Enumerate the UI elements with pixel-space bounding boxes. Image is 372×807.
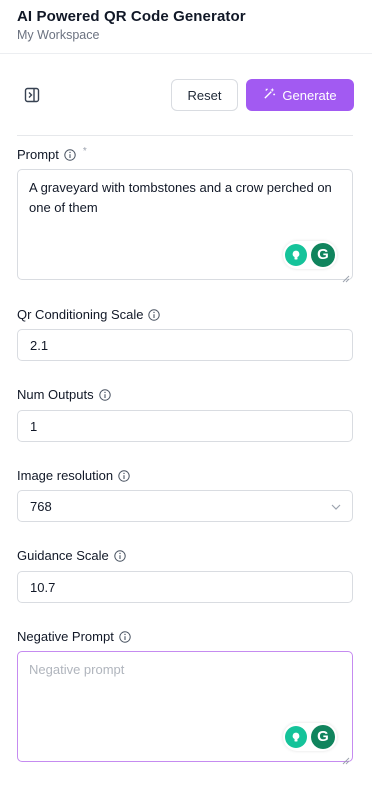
negative-prompt-label-text: Negative Prompt [17,629,114,644]
num-outputs-input[interactable]: 1 [17,410,353,442]
resolution-select[interactable]: 768 [17,490,353,522]
qr-scale-input[interactable]: 2.1 [17,329,353,361]
prompt-label: Prompt * [17,146,87,162]
qr-scale-label: Qr Conditioning Scale [17,307,161,322]
info-icon[interactable] [118,469,130,482]
resolution-label: Image resolution [17,468,130,483]
lightbulb-icon[interactable] [285,726,307,748]
prompt-text: A graveyard with tombstones and a crow p… [29,180,332,215]
info-icon[interactable] [64,148,76,161]
grammarly-widget[interactable]: G [283,241,337,269]
grammarly-icon[interactable]: G [311,243,335,267]
guidance-label: Guidance Scale [17,548,126,563]
info-icon[interactable] [98,388,111,401]
app-title: AI Powered QR Code Generator [17,8,246,25]
num-outputs-label: Num Outputs [17,387,111,402]
negative-prompt-placeholder: Negative prompt [29,662,125,677]
prompt-textarea[interactable]: A graveyard with tombstones and a crow p… [17,169,353,283]
info-icon[interactable] [119,630,131,643]
guidance-label-text: Guidance Scale [17,548,109,563]
num-outputs-label-text: Num Outputs [17,387,94,402]
resize-handle-icon[interactable] [342,751,350,765]
app-header: AI Powered QR Code Generator My Workspac… [0,0,372,54]
negative-prompt-label: Negative Prompt [17,629,131,644]
generate-button[interactable]: Generate [246,79,354,111]
resolution-value: 768 [30,498,52,514]
negative-prompt-textarea[interactable]: Negative prompt G [17,651,353,765]
sidebar-toggle-icon[interactable] [24,87,40,103]
qr-scale-label-text: Qr Conditioning Scale [17,307,144,322]
grammarly-widget[interactable]: G [283,723,337,751]
magic-wand-icon [263,87,276,103]
workspace-name[interactable]: My Workspace [17,28,99,42]
lightbulb-icon[interactable] [285,244,307,266]
resolution-label-text: Image resolution [17,468,114,483]
required-marker: * [82,146,87,157]
resize-handle-icon[interactable] [342,269,350,283]
grammarly-icon[interactable]: G [311,725,335,749]
chevron-down-icon [330,501,342,513]
reset-button[interactable]: Reset [171,79,238,111]
info-icon[interactable] [114,549,126,562]
generate-label: Generate [282,87,337,103]
info-icon[interactable] [148,308,161,321]
prompt-label-text: Prompt [17,147,59,162]
divider [17,135,353,136]
guidance-input[interactable]: 10.7 [17,571,353,603]
toolbar: Reset Generate [0,54,372,136]
